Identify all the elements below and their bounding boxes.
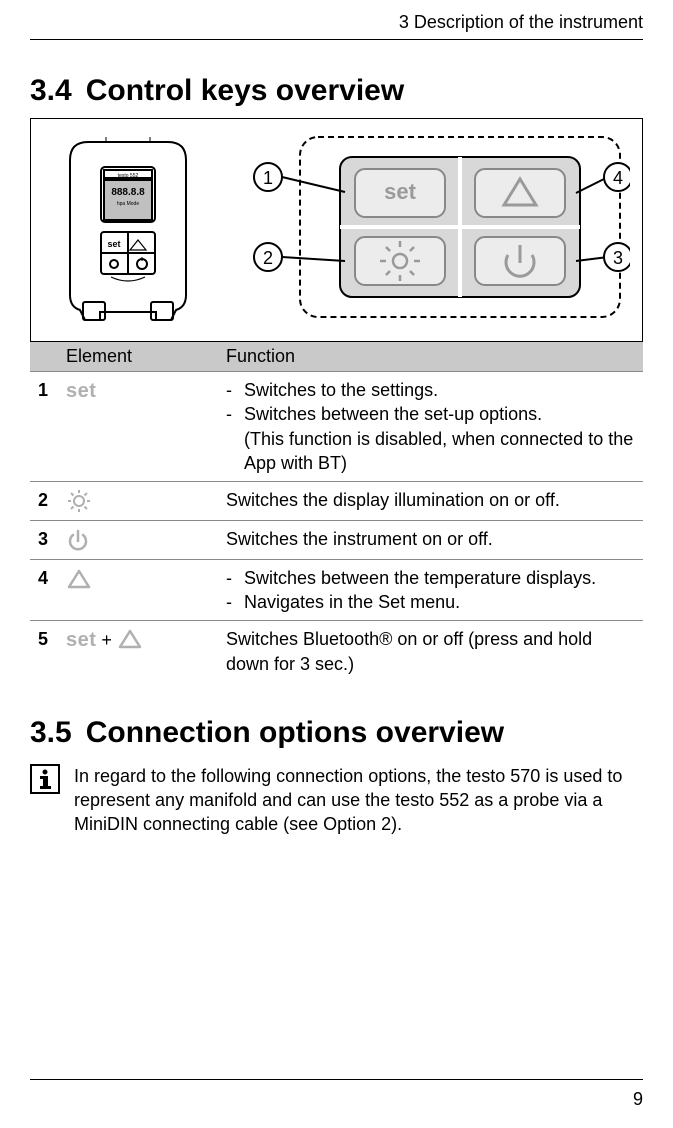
section-number: 3.5 <box>30 716 72 750</box>
control-keys-figure: testo 552 888.8.8 hpa Mode set <box>30 118 643 342</box>
svg-text:set: set <box>384 179 416 204</box>
control-keys-table: Element Function 1 set Switches to the s… <box>30 342 643 682</box>
table-row: 3 Switches the instrument on or off. <box>30 521 643 559</box>
callout-3: 3 <box>613 248 623 268</box>
function-note: (This function is disabled, when connect… <box>226 427 635 476</box>
element-cell: set + <box>58 621 218 682</box>
plus-text: + <box>96 630 117 650</box>
row-number: 5 <box>30 621 58 682</box>
function-item: Navigates in the Set menu. <box>226 590 635 614</box>
element-cell: set <box>58 372 218 482</box>
power-icon <box>66 529 90 553</box>
function-item: Switches to the settings. <box>226 378 635 402</box>
triangle-icon <box>117 628 143 650</box>
element-cell <box>58 559 218 621</box>
section-3-5-heading: 3.5 Connection options overview <box>30 716 643 750</box>
svg-text:testo 552: testo 552 <box>118 173 139 179</box>
footer-rule <box>30 1079 643 1080</box>
element-cell <box>58 482 218 521</box>
set-icon: set <box>66 629 96 651</box>
page: 3 Description of the instrument 3.4 Cont… <box>0 0 673 1128</box>
page-number: 9 <box>633 1089 643 1110</box>
function-cell: Switches to the settings. Switches betwe… <box>218 372 643 482</box>
table-head-element: Element <box>58 342 218 372</box>
info-note: In regard to the following connection op… <box>30 764 643 837</box>
callout-4: 4 <box>613 168 623 188</box>
section-3-4-heading: 3.4 Control keys overview <box>30 74 643 108</box>
function-cell: Switches the instrument on or off. <box>218 521 643 559</box>
info-icon <box>30 764 60 837</box>
table-row: 5 set + Switches Bluetooth® on or off (p… <box>30 621 643 682</box>
row-number: 2 <box>30 482 58 521</box>
table-row: 4 Switches between the temperature displ… <box>30 559 643 621</box>
row-number: 3 <box>30 521 58 559</box>
section-title: Connection options overview <box>86 716 504 750</box>
keypad-illustration: set <box>230 127 630 332</box>
function-cell: Switches between the temperature display… <box>218 559 643 621</box>
table-row: 2 Switches the display illumination on o… <box>30 482 643 521</box>
svg-text:888.8.8: 888.8.8 <box>111 187 145 198</box>
triangle-icon <box>66 568 92 590</box>
brightness-icon <box>66 488 92 514</box>
set-icon: set <box>66 380 96 402</box>
chapter-header: 3 Description of the instrument <box>30 0 643 40</box>
row-number: 1 <box>30 372 58 482</box>
function-cell: Switches Bluetooth® on or off (press and… <box>218 621 643 682</box>
table-head-function: Function <box>218 342 643 372</box>
callout-2: 2 <box>263 248 273 268</box>
row-number: 4 <box>30 559 58 621</box>
callout-1: 1 <box>263 168 273 188</box>
info-text: In regard to the following connection op… <box>74 764 643 837</box>
section-title: Control keys overview <box>86 74 404 108</box>
function-cell: Switches the display illumination on or … <box>218 482 643 521</box>
table-head-blank <box>30 342 58 372</box>
function-item: Switches between the set-up options. <box>226 402 635 426</box>
section-number: 3.4 <box>30 74 72 108</box>
svg-text:set: set <box>107 239 120 249</box>
element-cell <box>58 521 218 559</box>
function-item: Switches between the temperature display… <box>226 566 635 590</box>
svg-text:hpa Mode: hpa Mode <box>117 201 139 207</box>
table-row: 1 set Switches to the settings. Switches… <box>30 372 643 482</box>
device-outline-illustration: testo 552 888.8.8 hpa Mode set <box>43 137 213 332</box>
